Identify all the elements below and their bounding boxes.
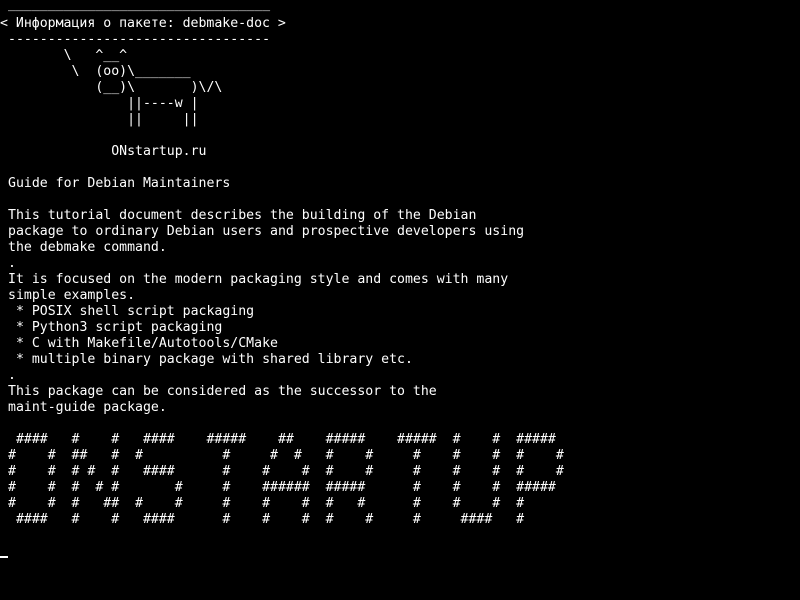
banner-line: # # # # # # # ###### ##### # # # ##### — [8, 480, 556, 495]
description-bullet: * POSIX shell script packaging — [8, 304, 255, 319]
banner-line: # # ## # # # # # # # # # # # # — [8, 448, 564, 463]
cow-art-line: || || — [8, 112, 199, 127]
banner-line: #### # # #### # # # # # # #### # — [8, 512, 525, 527]
description-bullet: * Python3 script packaging — [8, 320, 223, 335]
banner-line: #### # # #### ##### ## ##### ##### # # #… — [8, 432, 556, 447]
cow-art-line: \ ^__^ — [8, 48, 128, 63]
description-line: maint-guide package. — [8, 400, 167, 415]
cow-art-line: ||----w | — [8, 96, 199, 111]
bubble-title: < Информация о пакете: debmake-doc > — [0, 16, 286, 31]
banner-line: # # # ## # # # # # # # # # # # — [8, 496, 525, 511]
site-signature: ONstartup.ru — [8, 144, 207, 159]
banner-line: # # # # # #### # # # # # # # # # # — [8, 464, 564, 479]
description-line: This package can be considered as the su… — [8, 384, 437, 399]
description-line: the debmake command. — [8, 240, 167, 255]
terminal-cursor — [0, 556, 8, 558]
description-bullet: * C with Makefile/Autotools/CMake — [8, 336, 278, 351]
description-separator: . — [8, 368, 16, 383]
description-line: simple examples. — [8, 288, 136, 303]
cow-art-line: (__)\ )\/\ — [8, 80, 223, 95]
description-line: This tutorial document describes the bui… — [8, 208, 477, 223]
description-bullet: * multiple binary package with shared li… — [8, 352, 413, 367]
bubble-top-border: _________________________________ — [8, 0, 271, 12]
description-separator: . — [8, 256, 16, 271]
cow-art-line: \ (oo)\_______ — [8, 64, 191, 79]
terminal-screen[interactable]: _________________________________ < Инфо… — [0, 0, 800, 600]
bubble-bottom-border: --------------------------------- — [8, 32, 271, 47]
description-line: package to ordinary Debian users and pro… — [8, 224, 525, 239]
description-line: It is focused on the modern packaging st… — [8, 272, 509, 287]
package-summary: Guide for Debian Maintainers — [8, 176, 231, 191]
